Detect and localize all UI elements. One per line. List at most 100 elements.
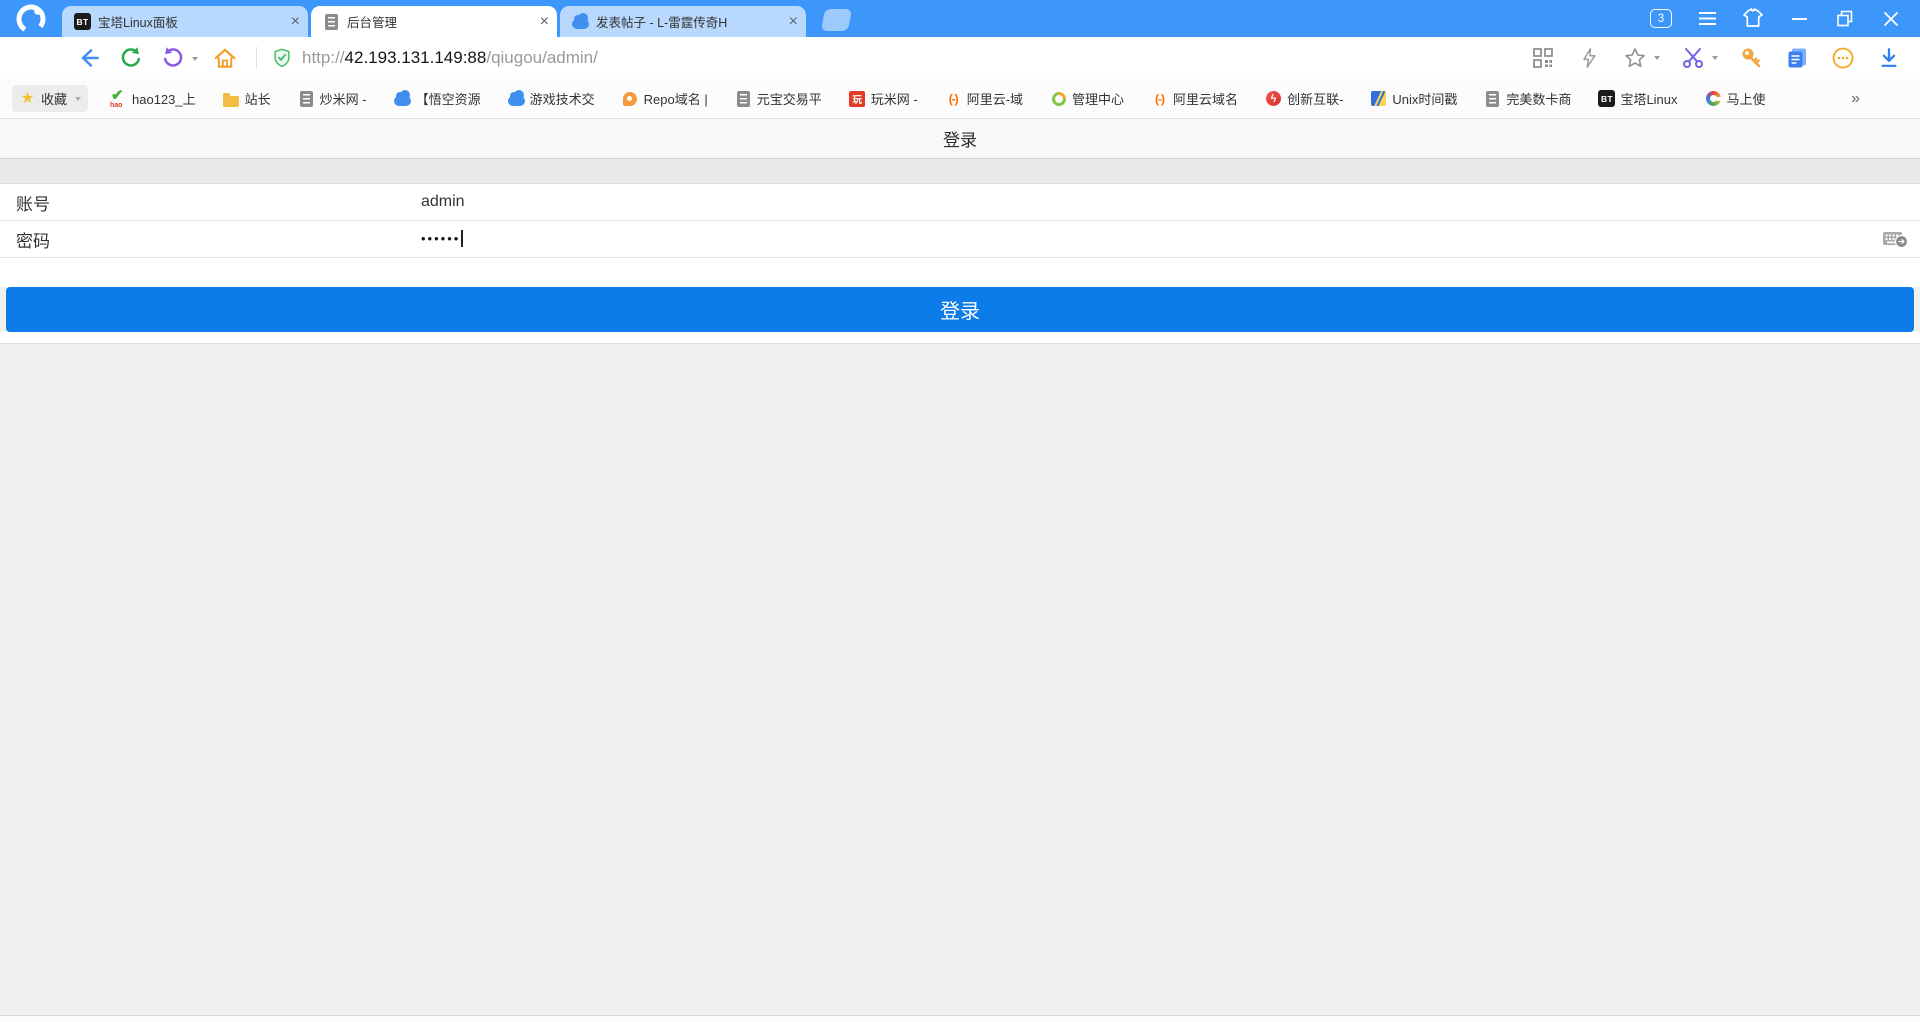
- bookmark-item-7[interactable]: 元宝交易平: [735, 89, 822, 108]
- bookmark-item-8[interactable]: 玩玩米网 -: [849, 89, 918, 108]
- tab-title: 发表帖子 - L-雷霆传奇H: [596, 12, 783, 31]
- screenshot-dropdown-caret[interactable]: [1712, 56, 1718, 60]
- input-keyboard-toggle[interactable]: [1882, 229, 1909, 255]
- bookmark-label: 马上使: [1727, 89, 1766, 108]
- bookmarks-overflow-chevron[interactable]: »: [1851, 90, 1860, 108]
- bookmark-label: 【悟空资源: [416, 89, 481, 108]
- clipboard-button[interactable]: [1784, 45, 1810, 71]
- bookmark-item-11[interactable]: (-)阿里云域名: [1151, 89, 1238, 108]
- doc-icon: [298, 90, 315, 107]
- security-shield-icon[interactable]: [271, 46, 293, 70]
- wan-icon: 玩: [849, 90, 866, 107]
- bookmark-item-9[interactable]: (-) 阿里云-域: [945, 89, 1023, 108]
- bookmark-item-16[interactable]: 马上使: [1705, 89, 1766, 108]
- screenshot-button[interactable]: [1680, 45, 1706, 71]
- password-label: 密码: [0, 227, 421, 252]
- keyboard-icon: [1882, 229, 1909, 250]
- bookmark-item-4[interactable]: 【悟空资源: [394, 89, 481, 108]
- bookmark-label: Repo域名 |: [644, 89, 708, 108]
- tab-title: 后台管理: [347, 12, 534, 31]
- clipboard-icon: [1784, 45, 1810, 71]
- bookmark-label: 游戏技术交: [530, 89, 595, 108]
- tab-title: 宝塔Linux面板: [98, 12, 285, 31]
- bookmark-item-2[interactable]: 站长: [223, 89, 271, 108]
- account-input[interactable]: admin: [421, 193, 465, 211]
- login-button[interactable]: 登录: [6, 287, 1914, 332]
- ellipsis-circle-icon: [1830, 45, 1856, 71]
- bookmark-item-5[interactable]: 游戏技术交: [508, 89, 595, 108]
- star-yellow-icon: ★: [19, 90, 36, 107]
- bookmark-item-12[interactable]: ϟ创新互联-: [1265, 89, 1343, 108]
- cloud-icon: [572, 13, 589, 30]
- account-label: 账号: [0, 190, 421, 215]
- bookmark-label: 站长: [245, 89, 271, 108]
- favorites-menu-button[interactable]: ★收藏: [12, 85, 88, 112]
- bookmark-item-13[interactable]: Unix时间戳: [1370, 89, 1457, 108]
- task-count-value: 3: [1650, 9, 1672, 28]
- bookmark-item-6[interactable]: Repo域名 |: [622, 89, 708, 108]
- star-outline-icon: [1623, 46, 1647, 70]
- qr-code-button[interactable]: [1530, 45, 1556, 71]
- undo-dropdown-caret[interactable]: [192, 57, 198, 61]
- qr-code-icon: [1531, 46, 1555, 70]
- password-manager-button[interactable]: [1738, 45, 1764, 71]
- url-host: 42.193.131.149:88: [345, 48, 487, 67]
- browser-logo[interactable]: [0, 0, 62, 37]
- task-count-badge[interactable]: 3: [1638, 0, 1684, 37]
- doc-icon: [323, 13, 340, 30]
- text-cursor: [461, 230, 463, 247]
- reload-button[interactable]: [118, 45, 144, 71]
- tab-3[interactable]: 发表帖子 - L-雷霆传奇H ×: [560, 6, 806, 37]
- download-button[interactable]: [1876, 45, 1902, 71]
- back-button[interactable]: [76, 45, 102, 71]
- maximize-button[interactable]: [1822, 0, 1868, 37]
- button-spacer: [0, 258, 1920, 287]
- bookmarks-list: ★收藏 ✔haohao123_上 站长 炒米网 - 【悟空资源 游戏技术交 Repo域名 |…: [12, 85, 1793, 112]
- password-row: 密码 ••••••: [0, 221, 1920, 258]
- accelerator-button[interactable]: [1576, 45, 1602, 71]
- skin-button[interactable]: [1730, 0, 1776, 37]
- aliyun-icon: (-): [945, 90, 962, 107]
- close-button[interactable]: [1868, 0, 1914, 37]
- cloud-icon: [394, 90, 411, 107]
- content-bottom-strip: [0, 332, 1920, 344]
- favorite-star-button[interactable]: [1622, 45, 1648, 71]
- page-content: 登录 账号 admin 密码 •••••• 登录: [0, 119, 1920, 1022]
- sogou-logo-icon: [15, 2, 47, 36]
- tab-close-icon[interactable]: ×: [540, 14, 549, 30]
- bookmarks-bar: ★收藏 ✔haohao123_上 站长 炒米网 - 【悟空资源 游戏技术交 Repo域名 |…: [0, 79, 1920, 119]
- minimize-button[interactable]: [1776, 0, 1822, 37]
- undo-button[interactable]: [160, 45, 186, 71]
- new-tab-button[interactable]: [821, 9, 852, 31]
- close-icon: [1880, 8, 1902, 30]
- more-tools-button[interactable]: [1830, 45, 1856, 71]
- bookmark-label: 宝塔Linux: [1620, 89, 1677, 108]
- bookmark-item-14[interactable]: 完美数卡商: [1484, 89, 1571, 108]
- bookmark-label: 炒米网 -: [320, 89, 367, 108]
- undo-icon: [160, 45, 186, 71]
- bookmark-item-10[interactable]: 管理中心: [1050, 89, 1124, 108]
- password-masked-value: ••••••: [421, 231, 460, 246]
- bt-icon: BT: [1598, 90, 1615, 107]
- bookmark-item-1[interactable]: ✔haohao123_上: [110, 89, 196, 108]
- tab-strip: BT宝塔Linux面板×后台管理×发表帖子 - L-雷霆传奇H×: [62, 6, 809, 37]
- home-button[interactable]: [212, 45, 238, 71]
- chrome-c-icon: [1705, 90, 1722, 107]
- tab-close-icon[interactable]: ×: [291, 14, 300, 30]
- circle-green-icon: [1050, 90, 1067, 107]
- address-bar[interactable]: http://42.193.131.149:88/qiugou/admin/: [271, 46, 1510, 70]
- page-footer-strip: [0, 1015, 1920, 1022]
- doc-icon: [735, 90, 752, 107]
- bookmark-item-3[interactable]: 炒米网 -: [298, 89, 367, 108]
- tab-1[interactable]: BT宝塔Linux面板×: [62, 6, 308, 37]
- bookmark-label: hao123_上: [132, 89, 196, 108]
- bookmark-label: 完美数卡商: [1506, 89, 1571, 108]
- bookmark-item-15[interactable]: BT 宝塔Linux: [1598, 89, 1677, 108]
- password-input[interactable]: ••••••: [421, 230, 463, 248]
- tab-close-icon[interactable]: ×: [789, 14, 798, 30]
- menu-button[interactable]: [1684, 0, 1730, 37]
- bookmark-label: 阿里云-域: [967, 89, 1023, 108]
- url-text[interactable]: http://42.193.131.149:88/qiugou/admin/: [302, 48, 598, 68]
- star-dropdown-caret[interactable]: [1654, 56, 1660, 60]
- tab-2[interactable]: 后台管理 ×: [311, 6, 557, 37]
